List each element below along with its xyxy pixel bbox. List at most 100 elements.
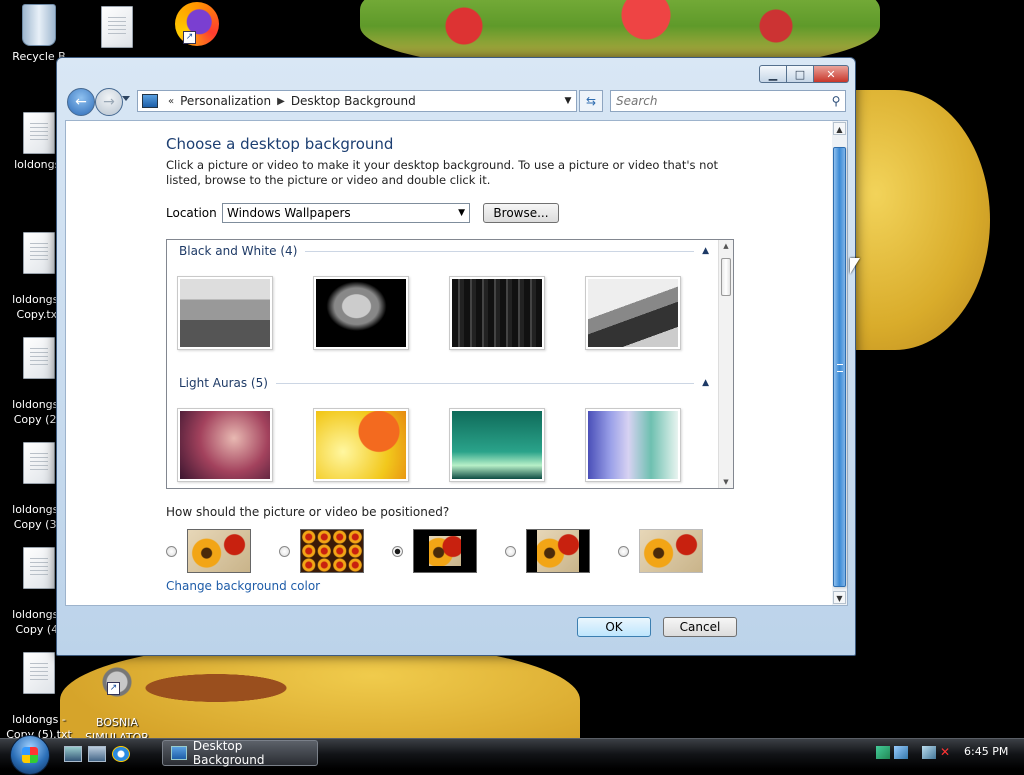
position-preview-center[interactable]	[413, 529, 477, 573]
address-dropdown-icon[interactable]: ▼	[560, 96, 576, 106]
group-label: Light Auras (5)	[179, 376, 268, 390]
location-label: Location	[166, 206, 217, 220]
wallpaper-thumb-aura-2[interactable]	[313, 408, 409, 482]
taskbar-item-desktop-background[interactable]: Desktop Background	[162, 739, 318, 767]
wallpaper-thumb-bw-1[interactable]	[177, 276, 273, 350]
show-desktop-icon[interactable]	[64, 746, 82, 762]
cancel-button[interactable]: Cancel	[663, 617, 737, 637]
recycle-bin-icon	[22, 4, 56, 46]
position-option-fill[interactable]	[166, 529, 251, 573]
wallpaper-image	[180, 279, 270, 347]
scroll-down-icon[interactable]: ▼	[833, 591, 846, 604]
radio-stretch[interactable]	[618, 545, 629, 557]
network-status-icon[interactable]	[876, 746, 890, 759]
recent-pages-dropdown[interactable]	[122, 96, 130, 101]
window-scroll-thumb[interactable]	[833, 147, 846, 587]
scroll-up-icon[interactable]: ▲	[833, 122, 846, 135]
volume-muted-icon[interactable]: ✕	[940, 746, 954, 759]
minimize-button[interactable]: ▁	[759, 65, 787, 83]
desktop-icon-file[interactable]	[82, 6, 152, 51]
location-value: Windows Wallpapers	[227, 206, 351, 220]
breadcrumb-overflow-icon[interactable]: «	[168, 96, 174, 107]
position-option-stretch[interactable]	[618, 529, 703, 573]
page-title: Choose a desktop background	[166, 135, 394, 153]
group-header-light-auras[interactable]: Light Auras (5) ▲	[179, 376, 709, 390]
wallpaper-thumb-aura-4[interactable]	[585, 408, 681, 482]
address-bar[interactable]: « Personalization ▶ Desktop Background ▼	[137, 90, 577, 112]
search-icon[interactable]: ⚲	[827, 94, 845, 108]
centered-image	[429, 536, 461, 566]
tray-app-icon[interactable]	[894, 746, 908, 759]
breadcrumb-separator-icon[interactable]: ▶	[277, 96, 285, 107]
forward-button[interactable]: →	[95, 88, 123, 116]
gallery-scroll-thumb[interactable]	[721, 258, 731, 296]
scroll-down-icon[interactable]: ▼	[719, 478, 733, 486]
switch-windows-icon[interactable]	[88, 746, 106, 762]
start-button[interactable]	[10, 735, 50, 775]
text-file-icon	[23, 337, 55, 379]
clock[interactable]: 6:45 PM	[964, 745, 1008, 758]
fit-image	[537, 530, 579, 572]
position-preview-tile[interactable]	[300, 529, 364, 573]
refresh-button[interactable]: ⇆	[579, 90, 603, 112]
desktop-icon-recycle-bin[interactable]: Recycle B	[4, 4, 74, 64]
group-divider	[305, 250, 695, 252]
shortcut-arrow-icon: ↗	[107, 682, 120, 695]
wallpaper-image	[588, 411, 678, 479]
radio-fill[interactable]	[166, 545, 177, 557]
browse-button[interactable]: Browse...	[483, 203, 559, 223]
position-preview-fit[interactable]	[526, 529, 590, 573]
text-file-icon	[101, 6, 133, 48]
breadcrumb-desktop-background[interactable]: Desktop Background	[291, 94, 416, 108]
wallpaper-thumb-bw-3[interactable]	[449, 276, 545, 350]
taskbar-item-label: Desktop Background	[192, 739, 265, 767]
collapse-icon[interactable]: ▲	[702, 246, 709, 256]
maximize-button[interactable]: □	[786, 65, 814, 83]
text-file-icon	[23, 112, 55, 154]
text-file-icon	[23, 442, 55, 484]
position-option-tile[interactable]	[279, 529, 364, 573]
wallpaper-thumb-aura-1[interactable]	[177, 408, 273, 482]
radio-center-selected[interactable]	[392, 545, 403, 557]
wallpaper-image	[452, 279, 542, 347]
control-panel-icon	[171, 746, 187, 760]
back-arrow-icon: ←	[75, 94, 87, 110]
wallpaper-thumb-bw-2[interactable]	[313, 276, 409, 350]
caption-buttons: ▁ □ ✕	[759, 65, 849, 83]
radio-fit[interactable]	[505, 545, 516, 557]
shortcut-arrow-icon: ↗	[183, 31, 196, 44]
position-preview-fill[interactable]	[187, 529, 251, 573]
internet-explorer-icon[interactable]	[112, 746, 130, 762]
position-option-fit[interactable]	[505, 529, 590, 573]
position-option-center[interactable]	[392, 529, 477, 573]
control-panel-icon	[142, 94, 158, 108]
wallpaper-thumb-aura-3[interactable]	[449, 408, 545, 482]
back-button[interactable]: ←	[67, 88, 95, 116]
close-button[interactable]: ✕	[813, 65, 849, 83]
group-header-black-and-white[interactable]: Black and White (4) ▲	[179, 244, 709, 258]
desktop-icon-firefox[interactable]: ↗	[162, 2, 232, 49]
wallpaper-thumb-bw-4[interactable]	[585, 276, 681, 350]
page-description: Click a picture or video to make it your…	[166, 158, 719, 187]
group-label: Black and White (4)	[179, 244, 298, 258]
network-icon[interactable]	[922, 746, 936, 759]
change-background-color-link[interactable]: Change background color	[166, 579, 320, 593]
position-preview-stretch[interactable]	[639, 529, 703, 573]
location-select[interactable]: Windows Wallpapers ▼	[222, 203, 470, 223]
scroll-up-icon[interactable]: ▲	[719, 242, 733, 250]
radio-tile[interactable]	[279, 545, 290, 557]
forward-arrow-icon: →	[103, 94, 115, 110]
text-file-icon	[23, 652, 55, 694]
game-icon: ↗	[99, 667, 135, 697]
collapse-icon[interactable]: ▲	[702, 378, 709, 388]
mouse-cursor-icon	[850, 258, 860, 274]
window-scrollbar[interactable]: ▲ ▼	[832, 120, 848, 606]
breadcrumb-personalization[interactable]: Personalization	[180, 94, 271, 108]
search-input[interactable]	[611, 93, 827, 109]
desktop-icon-bosnia-simulator[interactable]: ↗ BOSNIA SIMULATOR	[82, 652, 152, 745]
close-icon: ✕	[826, 67, 836, 81]
ok-button[interactable]: OK	[577, 617, 651, 637]
position-question: How should the picture or video be posit…	[166, 505, 450, 519]
wallpaper-image	[180, 411, 270, 479]
gallery-scrollbar[interactable]: ▲ ▼	[718, 240, 733, 488]
